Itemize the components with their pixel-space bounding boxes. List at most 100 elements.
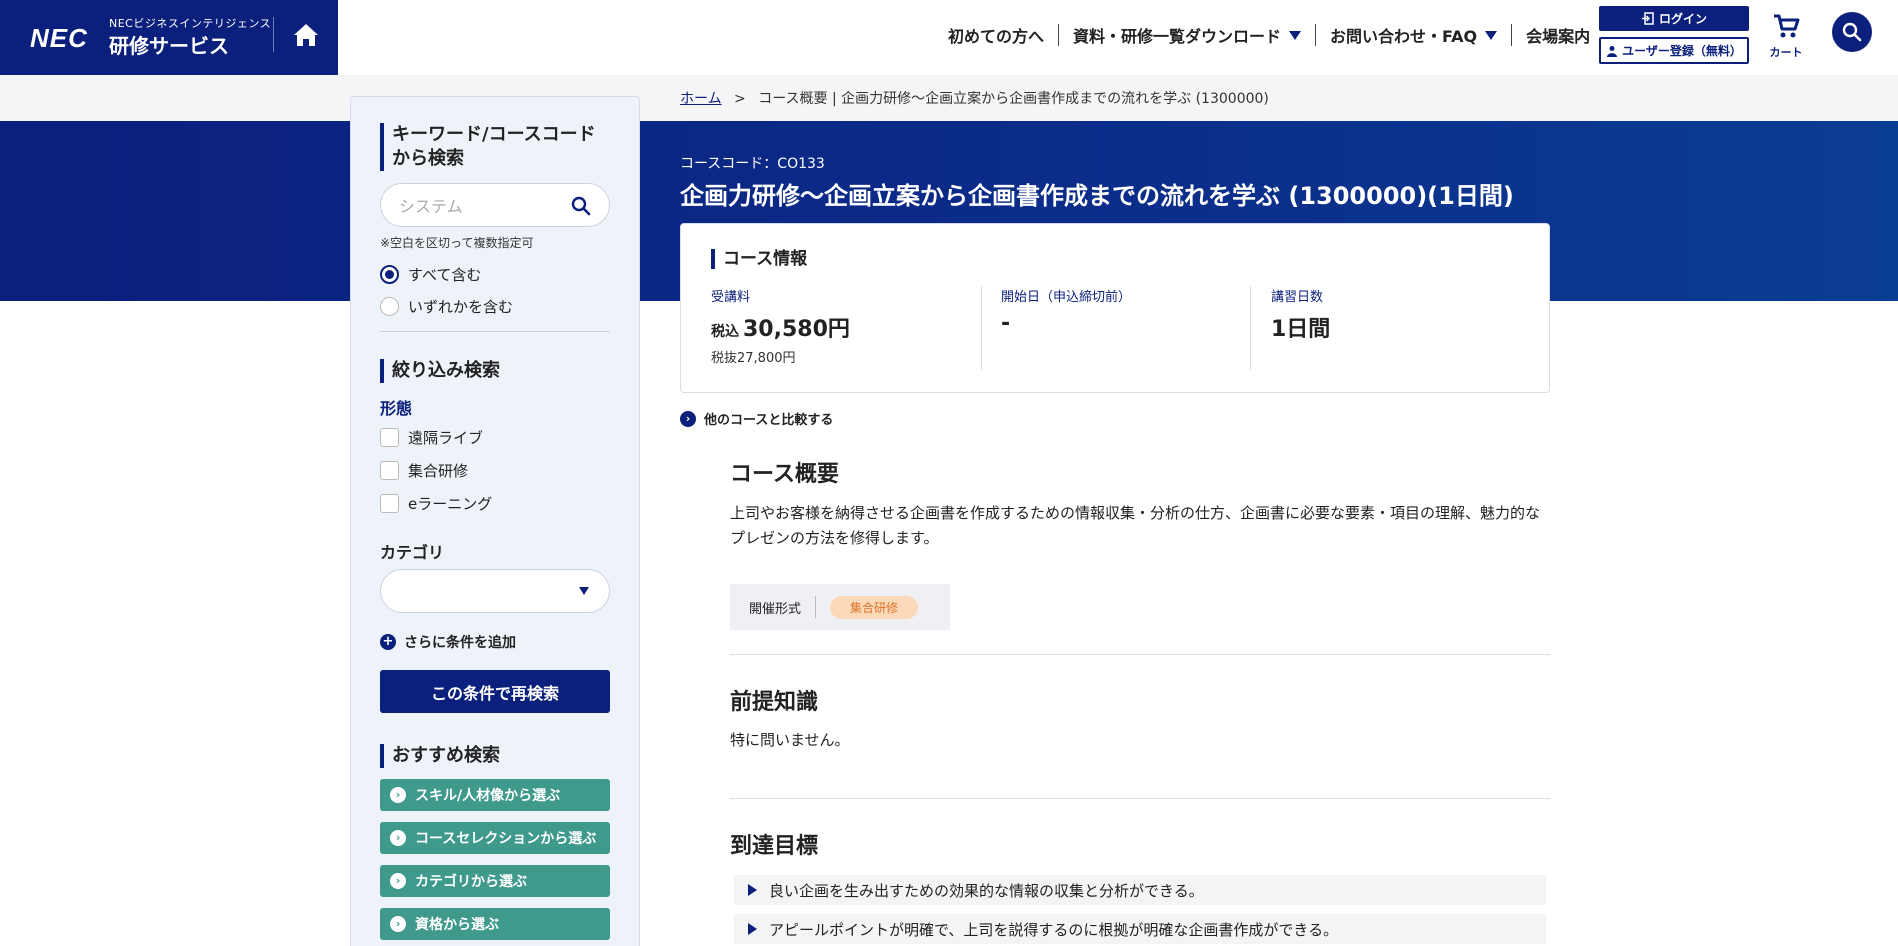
prereq-text: 特に問いません。 — [730, 731, 850, 749]
fee-excl-tax: 税抜27,800円 — [711, 351, 796, 366]
checkbox-icon — [380, 428, 399, 447]
user-icon — [1607, 45, 1618, 57]
recommend-label: コースセレクションから選ぶ — [415, 831, 597, 847]
checkbox-elearning[interactable]: eラーニング — [380, 493, 492, 514]
research-button[interactable]: この条件で再検索 — [380, 670, 610, 713]
brand-service-name: 研修サービス — [109, 34, 229, 58]
brand-divider — [273, 17, 274, 52]
checkbox-label: 遠隔ライブ — [408, 429, 484, 447]
breadcrumb-home-link[interactable]: ホーム — [680, 91, 722, 107]
keyword-search-heading: キーワード/コースコードから検索 — [380, 123, 610, 171]
fee-amount: 30,580円 — [743, 317, 850, 342]
nav-venue[interactable]: 会場案内 — [1526, 23, 1590, 47]
caret-down-icon — [1485, 30, 1498, 40]
checkbox-icon — [380, 494, 399, 513]
format-divider — [815, 596, 817, 618]
chevron-right-icon: › — [680, 410, 696, 427]
days-column: 講習日数 1日間 — [1271, 286, 1511, 370]
fee-column: 受講料 税込 30,580円 税抜27,800円 — [711, 286, 971, 370]
checkbox-icon — [380, 461, 399, 480]
checkbox-classroom[interactable]: 集合研修 — [380, 460, 468, 481]
nav-contact-faq[interactable]: お問い合わせ・FAQ — [1330, 23, 1498, 47]
breadcrumb-current: コース概要 | 企画力研修～企画立案から企画書作成までの流れを学ぶ (13000… — [758, 91, 1269, 107]
cart-label: カート — [1769, 46, 1803, 59]
overview-heading: コース概要 — [730, 462, 839, 487]
flag-icon — [748, 923, 757, 935]
nav-divider — [1511, 24, 1513, 46]
recommend-label: カテゴリから選ぶ — [415, 874, 527, 890]
brand-subtitle: NECビジネスインテリジェンス — [109, 17, 272, 30]
checkbox-remote-live[interactable]: 遠隔ライブ — [380, 427, 483, 448]
radio-all-label: すべて含む — [408, 266, 482, 284]
plus-icon: + — [380, 634, 396, 650]
chevron-right-icon: › — [390, 787, 406, 803]
radio-any[interactable]: いずれかを含む — [380, 296, 513, 317]
dropdown-arrow-icon — [579, 587, 589, 595]
recommend-label: 資格から選ぶ — [415, 917, 499, 933]
radio-all[interactable]: すべて含む — [380, 264, 481, 285]
checkbox-label: 集合研修 — [408, 462, 469, 480]
search-sidebar: キーワード/コースコードから検索 ※空白を区切って複数指定可 すべて含む いずれ… — [350, 96, 640, 946]
brand-block[interactable]: NEC NECビジネスインテリジェンス 研修サービス — [0, 0, 338, 75]
site-header: NEC NECビジネスインテリジェンス 研修サービス 初めての方へ 資料・研修一… — [0, 0, 1898, 75]
search-note: ※空白を区切って複数指定可 — [380, 236, 534, 250]
nav-divider — [1058, 24, 1060, 46]
nav-first-time[interactable]: 初めての方へ — [948, 23, 1044, 47]
chevron-right-icon: › — [390, 916, 406, 932]
register-button[interactable]: ユーザー登録（無料） — [1599, 37, 1749, 64]
flag-icon — [748, 884, 757, 896]
main-nav: 初めての方へ 資料・研修一覧ダウンロード お問い合わせ・FAQ 会場案内 — [948, 23, 1590, 47]
recommend-category-button[interactable]: › カテゴリから選ぶ — [380, 865, 610, 897]
column-divider — [1250, 286, 1251, 370]
search-icon — [1842, 22, 1862, 42]
recommend-selection-button[interactable]: › コースセレクションから選ぶ — [380, 822, 610, 854]
format-label: 形態 — [380, 399, 413, 418]
login-button[interactable]: ログイン — [1599, 6, 1749, 31]
format-row: 開催形式 集合研修 — [730, 584, 950, 630]
chevron-right-icon: › — [390, 830, 406, 846]
prereq-heading: 前提知識 — [730, 690, 819, 715]
fee-label: 受講料 — [711, 290, 751, 305]
cart-button[interactable]: カート — [1764, 13, 1808, 61]
nec-logo: NEC — [30, 23, 88, 53]
section-divider — [730, 654, 1550, 655]
radio-any-label: いずれかを含む — [408, 298, 514, 316]
fee-tax-prefix: 税込 — [711, 324, 739, 340]
nav-downloads[interactable]: 資料・研修一覧ダウンロード — [1073, 23, 1302, 47]
chevron-right-icon: › — [390, 873, 406, 889]
compare-link[interactable]: › 他のコースと比較する — [680, 409, 833, 428]
radio-unchecked-icon — [380, 297, 399, 316]
login-icon — [1641, 12, 1654, 25]
keyword-search-box — [380, 183, 610, 227]
cart-icon — [1774, 14, 1800, 38]
course-info-heading: コース情報 — [711, 249, 807, 269]
add-condition-label: さらに条件を追加 — [404, 635, 516, 651]
radio-checked-icon — [380, 265, 399, 284]
category-select[interactable] — [380, 569, 610, 613]
register-label: ユーザー登録（無料） — [1622, 44, 1742, 58]
goal-item: アピールポイントが明確で、上司を説得するのに根拠が明確な企画書作成ができる。 — [734, 914, 1546, 944]
nav-divider — [1315, 24, 1317, 46]
login-label: ログイン — [1658, 12, 1707, 26]
breadcrumb-separator: > — [734, 91, 746, 107]
keyword-search-input[interactable] — [399, 194, 569, 218]
recommend-heading: おすすめ検索 — [380, 744, 500, 768]
start-value: - — [1001, 311, 1011, 336]
goals-heading: 到達目標 — [730, 834, 819, 859]
column-divider — [981, 286, 982, 370]
start-label: 開始日（申込締切前） — [1001, 290, 1132, 305]
recommend-skill-button[interactable]: › スキル/人材像から選ぶ — [380, 779, 610, 811]
header-search-button[interactable] — [1832, 12, 1872, 52]
caret-down-icon — [1289, 30, 1302, 40]
recommend-label: スキル/人材像から選ぶ — [415, 788, 561, 804]
checkbox-label: eラーニング — [408, 495, 493, 513]
goal-item: 良い企画を生み出すための効果的な情報の収集と分析ができる。 — [734, 875, 1546, 905]
home-icon[interactable] — [291, 20, 321, 50]
search-icon[interactable] — [571, 196, 591, 216]
course-code: コースコード：CO133 — [680, 156, 825, 172]
add-condition-link[interactable]: + さらに条件を追加 — [380, 632, 516, 652]
fee-value: 税込 30,580円 — [711, 311, 971, 343]
breadcrumb: ホーム > コース概要 | 企画力研修～企画立案から企画書作成までの流れを学ぶ … — [680, 88, 1269, 108]
recommend-qualification-button[interactable]: › 資格から選ぶ — [380, 908, 610, 940]
days-value: 1日間 — [1271, 317, 1331, 342]
